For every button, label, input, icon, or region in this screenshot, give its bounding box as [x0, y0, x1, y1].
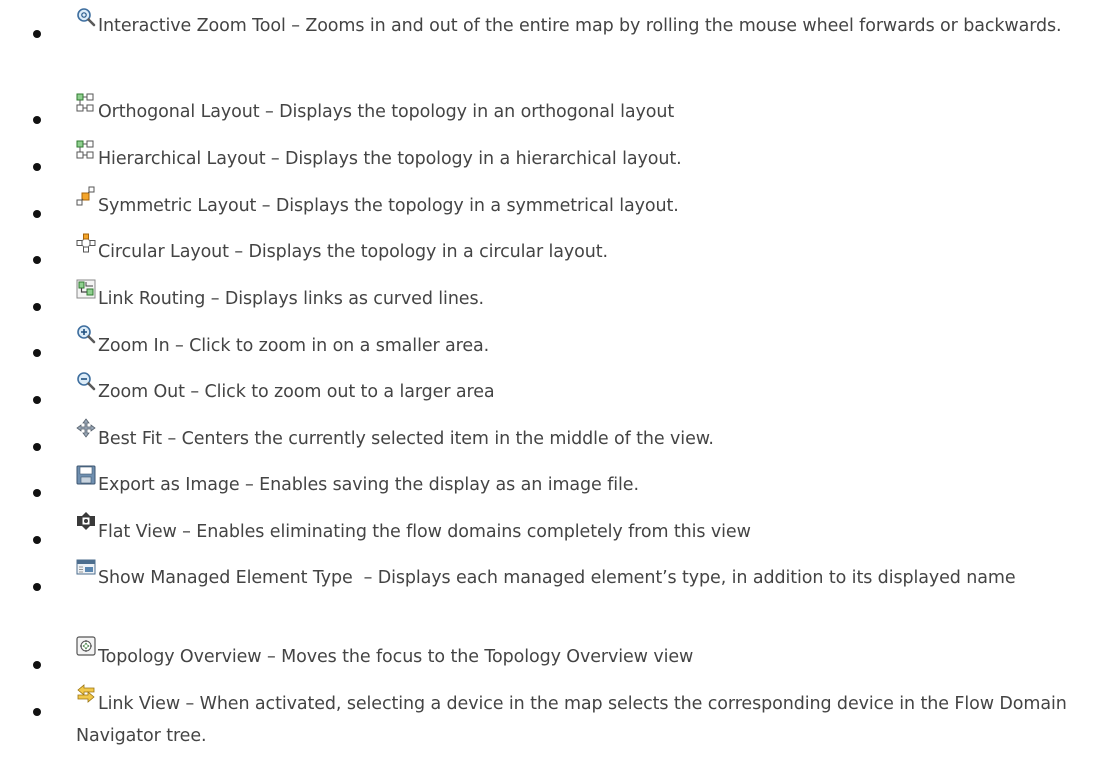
item-description: Zooms in and out of the entire map by ro… — [305, 16, 1062, 36]
item-description: Centers the currently selected item in t… — [181, 429, 714, 449]
item-label: Show Managed Element Type — [98, 568, 353, 588]
item-description: When activated, selecting a device in th… — [76, 694, 1067, 746]
bullet — [33, 396, 41, 404]
bullet — [33, 443, 41, 451]
item-separator: – — [239, 475, 260, 495]
item-label: Orthogonal Layout — [98, 102, 260, 122]
item-separator: – — [265, 149, 286, 169]
item-description: Displays the topology in an orthogonal l… — [279, 102, 675, 122]
item-label: Interactive Zoom Tool — [98, 16, 286, 36]
bullet — [33, 210, 41, 218]
item-separator: – — [205, 289, 225, 309]
item-label: Circular Layout — [98, 242, 229, 262]
item-separator: – — [259, 102, 280, 122]
item-label: Zoom In — [98, 336, 170, 356]
item-label: Link Routing — [98, 289, 206, 309]
item-separator: – — [176, 522, 197, 542]
bullet — [33, 536, 41, 544]
item-label: Link View — [98, 694, 181, 714]
item-label: Zoom Out — [98, 382, 185, 402]
item-description: Displays the topology in a hierarchical … — [285, 149, 682, 169]
item-separator: – — [184, 382, 205, 402]
item-description: Displays the topology in a circular layo… — [248, 242, 609, 262]
bullet — [33, 30, 41, 38]
item-label: Hierarchical Layout — [98, 149, 266, 169]
item-separator: – — [162, 429, 182, 449]
bullet — [33, 583, 41, 591]
item-description: Click to zoom out to a larger area — [204, 382, 495, 402]
item-label: Export as Image — [98, 475, 240, 495]
item-description: Click to zoom in on a smaller area. — [189, 336, 490, 356]
item-separator: – — [352, 568, 378, 588]
bullet — [33, 708, 41, 716]
item-separator: – — [261, 647, 282, 667]
bullet — [33, 489, 41, 497]
item-description: Enables saving the display as an image f… — [259, 475, 639, 495]
bullet — [33, 116, 41, 124]
item-separator: – — [228, 242, 249, 262]
bullet — [33, 163, 41, 171]
item-label: Topology Overview — [98, 647, 262, 667]
bullet — [33, 303, 41, 311]
item-separator: – — [180, 694, 200, 714]
item-description: Displays the topology in a symmetrical l… — [275, 196, 679, 216]
bullet — [33, 349, 41, 357]
item-description: Displays each managed element’s type, in… — [377, 568, 1016, 588]
item-separator: – — [169, 336, 190, 356]
item-separator: – — [256, 196, 276, 216]
item-label: Best Fit — [98, 429, 163, 449]
item-label: Flat View — [98, 522, 177, 542]
item-separator: – — [285, 16, 306, 36]
item-description: Displays links as curved lines. — [224, 289, 484, 309]
item-label: Symmetric Layout — [98, 196, 257, 216]
bullet — [33, 256, 41, 264]
item-description: Enables eliminating the flow domains com… — [196, 522, 751, 542]
bullet — [33, 661, 41, 669]
item-description: Moves the focus to the Topology Overview… — [281, 647, 694, 667]
